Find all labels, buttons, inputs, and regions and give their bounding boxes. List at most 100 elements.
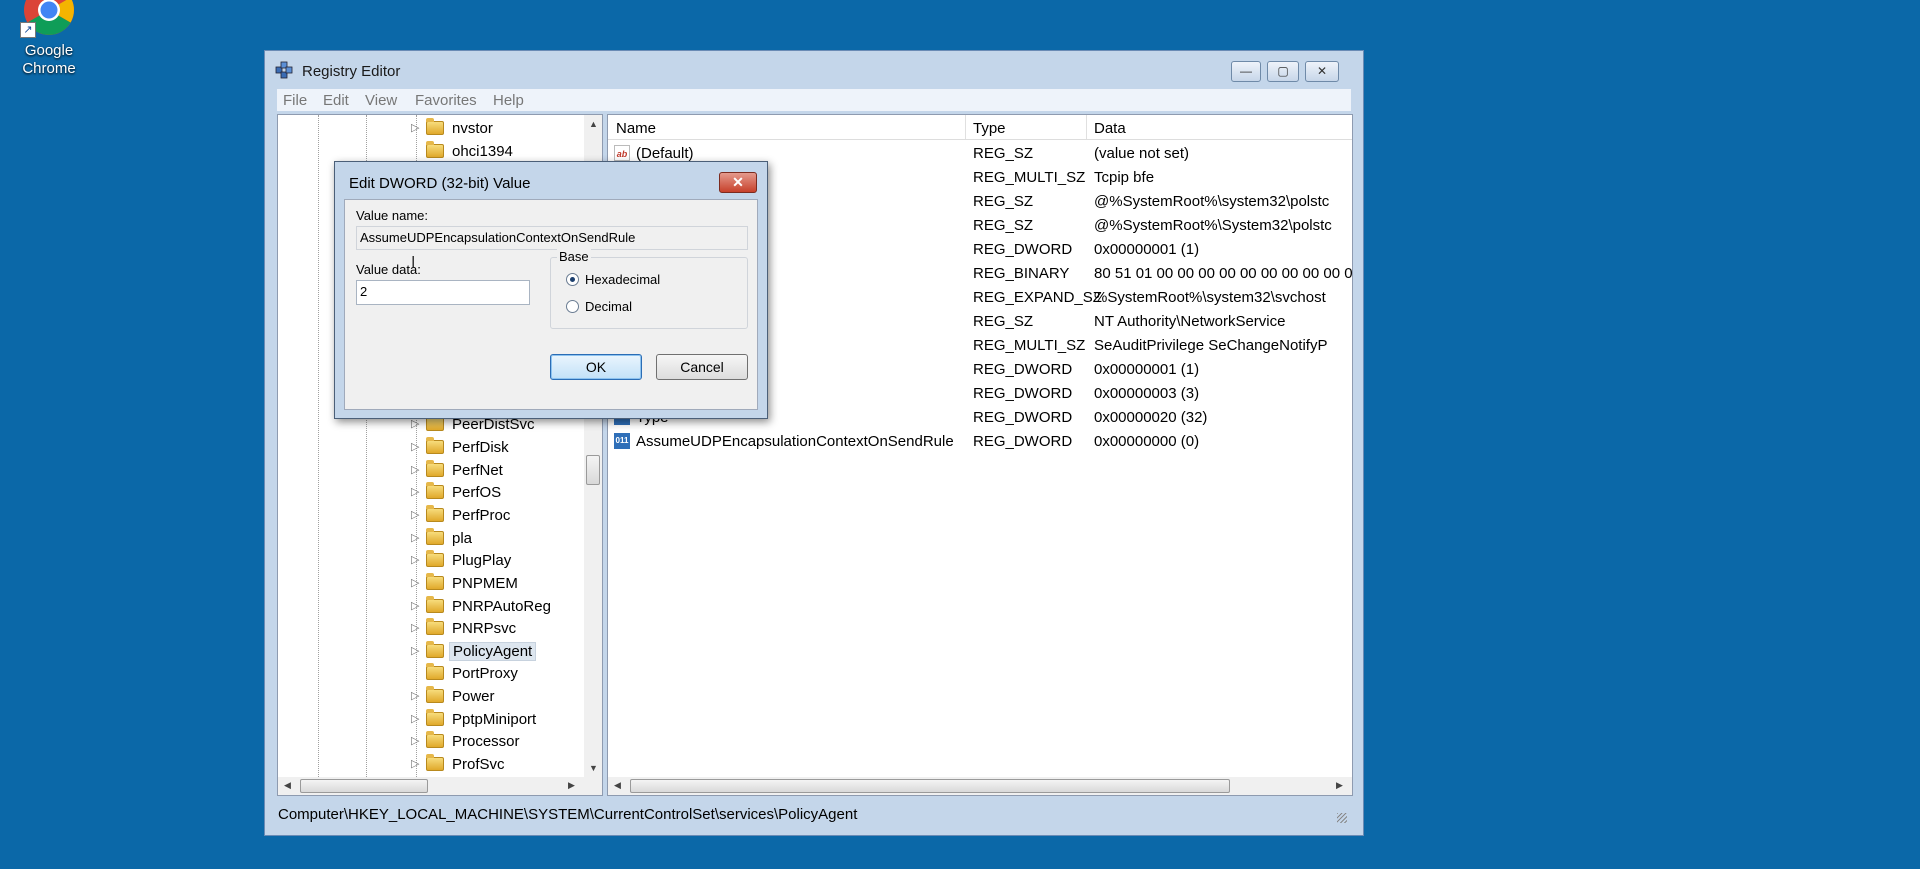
status-bar: Computer\HKEY_LOCAL_MACHINE\SYSTEM\Curre… [277,801,1351,827]
tree-item[interactable]: ▷ PerfOS [278,482,578,504]
tree-item[interactable]: ▷ Processor [278,731,578,753]
value-type: REG_SZ [973,145,1034,162]
value-type: REG_MULTI_SZ [973,169,1086,186]
tree-horizontal-scrollbar[interactable]: ◀ ▶ [278,777,602,795]
expand-arrow-icon[interactable]: ▷ [411,644,421,657]
expand-arrow-icon[interactable]: ▷ [411,553,421,566]
cancel-button[interactable]: Cancel [656,354,748,380]
ok-button[interactable]: OK [550,354,642,380]
status-path: Computer\HKEY_LOCAL_MACHINE\SYSTEM\Curre… [278,806,858,823]
value-data: Tcpip bfe [1094,169,1155,186]
column-header-name[interactable]: Name [616,120,656,137]
maximize-button[interactable]: ▢ [1267,61,1299,82]
text-cursor-icon: I [411,254,416,271]
folder-icon [426,437,444,454]
google-chrome-desktop-shortcut[interactable]: ↗ Google Chrome [10,0,88,78]
tree-item[interactable]: PortProxy [278,663,578,685]
tree-item[interactable]: ▷ PerfDisk [278,437,578,459]
dialog-title: Edit DWORD (32-bit) Value [349,175,531,192]
value-row[interactable]: 011 AssumeUDPEncapsulationContextOnSendRu… [608,430,1352,454]
resize-grip[interactable] [1337,813,1347,823]
folder-icon [426,618,444,635]
tree-item[interactable]: ▷ PptpMiniport [278,709,578,731]
expand-arrow-icon[interactable]: ▷ [411,712,421,725]
expand-arrow-icon[interactable]: ▷ [411,599,421,612]
list-horizontal-scrollbar[interactable]: ◀ ▶ [608,777,1352,795]
list-header: Name Type Data [608,115,1352,140]
menu-favorites[interactable]: Favorites [415,92,477,109]
scroll-thumb[interactable] [300,779,428,793]
tree-item[interactable]: ▷ PerfNet [278,460,578,482]
tree-item-label: PerfNet [452,462,503,479]
tree-item[interactable]: ▷ PlugPlay [278,550,578,572]
scroll-thumb[interactable] [630,779,1230,793]
close-button[interactable]: ✕ [1305,61,1339,82]
value-name: (Default) [636,145,694,162]
value-type: REG_DWORD [973,241,1073,258]
tree-item[interactable]: ▷ PNRPAutoReg [278,596,578,618]
menu-help[interactable]: Help [493,92,524,109]
expand-arrow-icon[interactable]: ▷ [411,757,421,770]
scroll-left-arrow[interactable]: ◀ [614,780,621,791]
decimal-radio[interactable] [566,300,579,313]
tree-item[interactable]: ▷ Power [278,686,578,708]
scroll-down-arrow[interactable]: ▼ [589,763,598,773]
expand-arrow-icon[interactable]: ▷ [411,440,421,453]
tree-item-label: nvstor [452,120,493,137]
menu-view[interactable]: View [365,92,397,109]
tree-item[interactable]: ▷ nvstor [278,118,578,140]
tree-item[interactable]: ▷ pla [278,528,578,550]
expand-arrow-icon[interactable]: ▷ [411,121,421,134]
expand-arrow-icon[interactable]: ▷ [411,576,421,589]
folder-icon [426,573,444,590]
tree-item-label: PortProxy [452,665,518,682]
scroll-left-arrow[interactable]: ◀ [284,780,291,791]
value-data: NT Authority\NetworkService [1094,313,1286,330]
expand-arrow-icon[interactable]: ▷ [411,621,421,634]
value-data: (value not set) [1094,145,1190,162]
minimize-button[interactable]: — [1231,61,1261,82]
hexadecimal-label[interactable]: Hexadecimal [585,272,660,287]
scroll-thumb[interactable] [586,455,600,485]
tree-item-label: pla [452,530,473,547]
folder-icon [426,460,444,477]
decimal-label[interactable]: Decimal [585,299,632,314]
tree-item-label: PerfProc [452,507,511,524]
tree-item[interactable]: ▷ ProfSvc [278,754,578,776]
string-value-icon: ab [614,145,630,161]
expand-arrow-icon[interactable]: ▷ [411,531,421,544]
menu-file[interactable]: File [283,92,307,109]
binary-value-icon: 011 [614,433,630,449]
folder-icon [426,118,444,135]
value-data-input[interactable]: 2 [356,280,530,305]
column-separator[interactable] [1086,115,1087,139]
tree-item-label: Processor [452,733,520,750]
tree-item[interactable]: ▷ PolicyAgent [278,641,578,663]
title-bar[interactable]: Registry Editor — ▢ ✕ [265,51,1363,85]
column-separator[interactable] [965,115,966,139]
menu-edit[interactable]: Edit [323,92,349,109]
expand-arrow-icon[interactable]: ▷ [411,689,421,702]
dialog-close-button[interactable]: ✕ [719,172,757,193]
scroll-right-arrow[interactable]: ▶ [568,780,575,791]
edit-dword-dialog: Edit DWORD (32-bit) Value ✕ Value name: … [334,161,768,419]
column-header-data[interactable]: Data [1094,120,1126,137]
expand-arrow-icon[interactable]: ▷ [411,734,421,747]
tree-item[interactable]: ▷ PNPMEM [278,573,578,595]
tree-item[interactable]: ▷ PerfProc [278,505,578,527]
expand-arrow-icon[interactable]: ▷ [411,485,421,498]
value-type: REG_SZ [973,217,1034,234]
tree-item[interactable]: ohci1394 [278,141,578,163]
tree-item-label: Power [452,688,495,705]
scroll-up-arrow[interactable]: ▲ [589,119,598,129]
dialog-body: Value name: AssumeUDPEncapsulationContex… [344,199,758,410]
tree-item-label: PerfDisk [452,439,509,456]
hexadecimal-radio[interactable] [566,273,579,286]
scroll-right-arrow[interactable]: ▶ [1336,780,1343,791]
value-type: REG_BINARY [973,265,1070,282]
value-name-field: AssumeUDPEncapsulationContextOnSendRule [356,226,748,250]
expand-arrow-icon[interactable]: ▷ [411,508,421,521]
expand-arrow-icon[interactable]: ▷ [411,463,421,476]
column-header-type[interactable]: Type [973,120,1006,137]
tree-item[interactable]: ▷ PNRPsvc [278,618,578,640]
